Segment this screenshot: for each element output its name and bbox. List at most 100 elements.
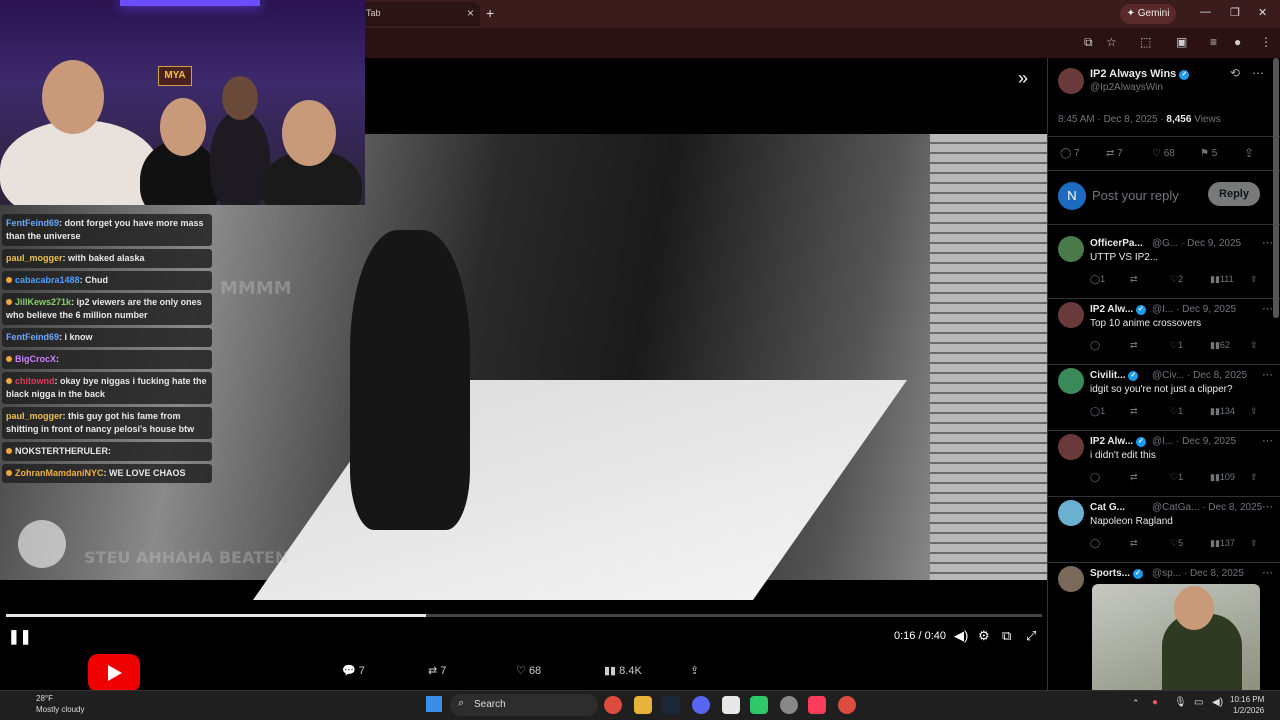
network-icon[interactable]: ▭ [1194,697,1203,708]
volume-icon[interactable]: ◀) [954,628,968,644]
post-repost-stat[interactable]: ⇄ 7 [1106,148,1123,159]
menu-icon[interactable]: ⋮ [1260,35,1272,49]
reply-avatar[interactable] [1058,236,1084,262]
grok-icon[interactable]: ⟲ [1230,66,1240,80]
collapse-panel-icon[interactable]: » [1018,68,1028,89]
reply-name[interactable]: IP2 Alw... ✓ [1090,304,1146,315]
post-share-icon[interactable]: ⇪ [1244,146,1254,160]
settings-gear-icon[interactable]: ⚙ [978,628,990,644]
video-share-icon[interactable]: ⇪ [690,664,699,677]
chat-username[interactable]: FentFeind69 [6,332,59,342]
reply-name[interactable]: Civilit... ✓ [1090,370,1139,381]
browser-tab[interactable]: Tab × [356,2,480,26]
bookmark-star-icon[interactable]: ☆ [1106,35,1117,49]
reply-avatar[interactable] [1058,566,1084,592]
reply-repost-action[interactable]: ⇄ [1130,274,1138,285]
reply-name[interactable]: Cat G... [1090,502,1125,513]
more-icon[interactable]: ⋯ [1262,434,1273,447]
obs-icon[interactable] [780,696,798,714]
reply-avatar[interactable] [1058,302,1084,328]
more-icon[interactable]: ⋯ [1262,566,1273,579]
more-icon[interactable]: ⋯ [1262,236,1273,249]
chat-username[interactable]: FentFeind69 [6,218,59,228]
extensions-icon[interactable]: ⬚ [1140,35,1151,49]
more-icon[interactable]: ⋯ [1252,66,1264,80]
reply-reply-action[interactable]: ◯ [1090,340,1100,351]
taskbar-search[interactable]: Search [450,694,598,716]
reply-share-icon[interactable]: ⇪ [1250,340,1258,351]
reply-like-action[interactable]: ♡ 1 [1170,472,1183,483]
reply-repost-action[interactable]: ⇄ [1130,406,1138,417]
video-like-action[interactable]: ♡ 68 [516,664,541,677]
close-window-icon[interactable]: ✕ [1258,6,1267,19]
file-explorer-icon[interactable] [634,696,652,714]
video-repost-action[interactable]: ⇄ 7 [428,664,446,677]
author-handle[interactable]: @Ip2AlwaysWin [1090,82,1163,93]
reply-views-action[interactable]: ▮▮ 62 [1210,340,1230,351]
chat-username[interactable]: cabacabra1488 [15,275,80,285]
reply-name[interactable]: IP2 Alw... ✓ [1090,436,1146,447]
more-icon[interactable]: ⋯ [1262,368,1273,381]
chat-username[interactable]: JillKews271k [15,297,71,307]
minimize-icon[interactable]: — [1200,6,1211,18]
reply-views-action[interactable]: ▮▮ 109 [1210,472,1235,483]
restore-icon[interactable]: ❐ [1230,6,1240,19]
install-icon[interactable]: ⧉ [1084,35,1093,50]
reply-reply-action[interactable]: ◯ 1 [1090,406,1105,417]
microphone-icon[interactable]: 🎙 [1174,697,1187,708]
profile-icon[interactable]: ● [1234,35,1241,49]
reply-repost-action[interactable]: ⇄ [1130,472,1138,483]
chat-username[interactable]: paul_mogger [6,253,63,263]
reply-share-icon[interactable]: ⇪ [1250,406,1258,417]
post-bookmark-stat[interactable]: ⚑ 5 [1200,148,1217,159]
video-views-action[interactable]: ▮▮ 8.4K [604,664,642,677]
author-name-row[interactable]: IP2 Always Wins ✓ [1090,68,1190,80]
reply-repost-action[interactable]: ⇄ [1130,538,1138,549]
app-icon[interactable] [750,696,768,714]
gemini-button[interactable]: ✦ Gemini [1120,4,1176,24]
speaker-icon[interactable]: ◀) [1212,697,1223,708]
steam-icon[interactable] [662,696,680,714]
more-icon[interactable]: ⋯ [1262,302,1273,315]
reply-views-action[interactable]: ▮▮ 111 [1210,274,1234,285]
reply-reply-action[interactable]: ◯ [1090,538,1100,549]
reply-avatar[interactable] [1058,434,1084,460]
chat-username[interactable]: NOKSTERTHERULER [15,446,108,456]
chrome-active-icon[interactable] [838,696,856,714]
windows-start-icon[interactable] [426,696,442,712]
split-view-icon[interactable]: ▣ [1176,35,1187,49]
chat-username[interactable]: ZohranMamdaniNYC [15,468,104,478]
reply-media[interactable] [1092,584,1260,690]
reply-like-action[interactable]: ♡ 1 [1170,406,1183,417]
fullscreen-icon[interactable]: ⤢ [1026,628,1036,644]
tray-chevron-icon[interactable]: ⌃ [1132,698,1140,709]
capcut-icon[interactable] [722,696,740,714]
chrome-icon[interactable] [604,696,622,714]
media-icon[interactable]: ≡ [1210,35,1217,49]
reply-avatar[interactable] [1058,368,1084,394]
author-avatar[interactable] [1058,68,1084,94]
reply-name[interactable]: OfficerPa... [1090,238,1143,249]
reply-like-action[interactable]: ♡ 5 [1170,538,1183,549]
tab-close-icon[interactable]: × [467,6,474,20]
post-like-stat[interactable]: ♡ 68 [1152,148,1175,159]
reply-name[interactable]: Sports... ✓ [1090,568,1143,579]
reply-share-icon[interactable]: ⇪ [1250,472,1258,483]
pip-icon[interactable]: ⧉ [1002,628,1011,644]
reply-like-action[interactable]: ♡ 1 [1170,340,1183,351]
reply-views-action[interactable]: ▮▮ 137 [1210,538,1235,549]
reply-share-icon[interactable]: ⇪ [1250,538,1258,549]
reply-share-icon[interactable]: ⇪ [1250,274,1258,285]
new-tab-icon[interactable]: + [486,5,494,21]
reply-button[interactable]: Reply [1208,182,1260,206]
reply-avatar[interactable] [1058,500,1084,526]
chat-username[interactable]: BigCrocX [15,354,56,364]
reply-repost-action[interactable]: ⇄ [1130,340,1138,351]
reply-views-action[interactable]: ▮▮ 134 [1210,406,1235,417]
pause-icon[interactable]: ❚❚ [8,628,31,645]
taskbar-clock[interactable]: 10:16 PM 1/2/2026 [1230,694,1264,716]
chat-username[interactable]: chitownd [15,376,55,386]
weather-widget[interactable]: 28°F Mostly cloudy [14,693,84,715]
video-reply-action[interactable]: 💬 7 [342,664,365,677]
reply-like-action[interactable]: ♡ 2 [1170,274,1183,285]
